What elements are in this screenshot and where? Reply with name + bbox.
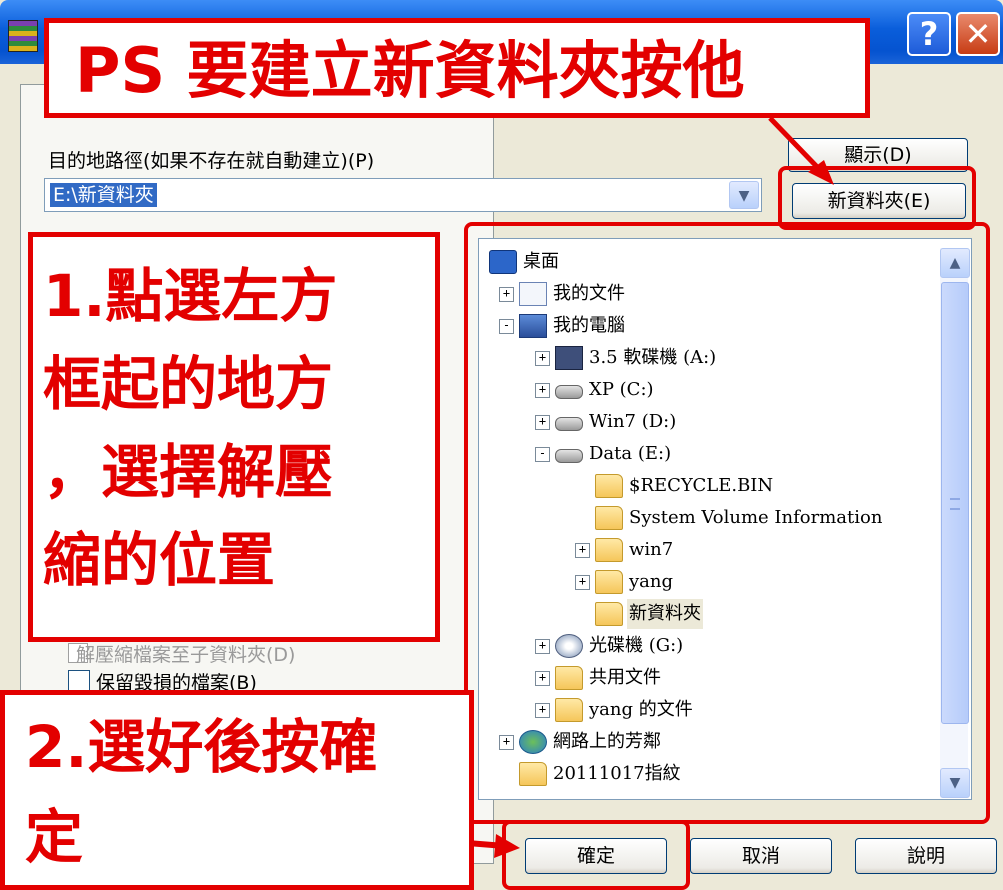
callout-step1-line: 框起的地方 <box>43 350 334 418</box>
callout-step2-line: 定 <box>25 803 84 871</box>
callout-step1-line: 1.點選左方 <box>43 262 338 330</box>
callout-new-folder: PS 要建立新資料夾按他 <box>44 18 870 118</box>
callout-new-folder-text: PS 要建立新資料夾按他 <box>75 34 745 107</box>
callout-step1-line: 縮的位置 <box>43 526 276 594</box>
callout-step1: 1.點選左方 框起的地方 ，選擇解壓 縮的位置 <box>28 232 440 642</box>
callout-step2-line: 2.選好後按確 <box>25 713 378 781</box>
arrowhead-ok-icon <box>494 834 520 858</box>
callout-step1-line: ，選擇解壓 <box>43 438 334 506</box>
arrow-to-new-folder <box>768 116 824 174</box>
callout-step2: 2.選好後按確 定 <box>0 690 474 890</box>
